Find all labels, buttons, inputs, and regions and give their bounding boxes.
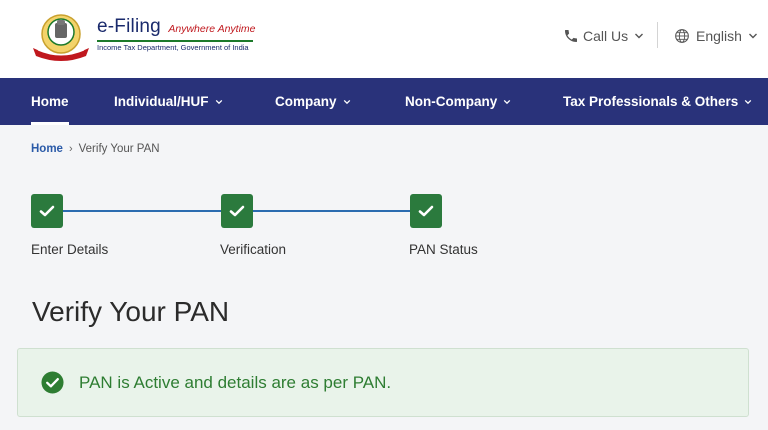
brand-text: e-Filing Anywhere Anytime Income Tax Dep… bbox=[97, 16, 256, 52]
chevron-down-icon bbox=[635, 33, 644, 39]
nav-item-label: Home bbox=[31, 94, 69, 109]
step-2-label: Verification bbox=[220, 242, 287, 257]
phone-icon bbox=[565, 30, 577, 42]
language-dropdown[interactable]: English bbox=[674, 25, 764, 47]
nav-item-individual-huf[interactable]: Individual/HUF bbox=[114, 78, 223, 125]
nav-item-home[interactable]: Home bbox=[31, 78, 69, 125]
header-divider bbox=[657, 22, 658, 48]
alert-message: PAN is Active and details are as per PAN… bbox=[79, 372, 392, 392]
check-icon bbox=[39, 205, 55, 217]
nav-item-tax-professionals[interactable]: Tax Professionals & Others bbox=[563, 78, 752, 125]
efiling-logo[interactable]: e-Filing Anywhere Anytime Income Tax Dep… bbox=[30, 12, 265, 62]
check-circle-icon bbox=[41, 371, 64, 394]
chevron-down-icon bbox=[745, 99, 752, 104]
nav-item-label: Individual/HUF bbox=[114, 94, 209, 109]
breadcrumb-current: Verify Your PAN bbox=[78, 143, 160, 155]
brand-subtitle: Income Tax Department, Government of Ind… bbox=[97, 43, 249, 52]
breadcrumb-separator: › bbox=[68, 143, 73, 155]
step-3-check bbox=[410, 194, 442, 228]
check-icon bbox=[418, 205, 434, 217]
brand-underline bbox=[97, 40, 253, 42]
step-1-check bbox=[31, 194, 63, 228]
nav-item-label: Tax Professionals & Others bbox=[563, 94, 739, 109]
step-connector bbox=[63, 210, 221, 212]
nav-item-label: Company bbox=[275, 94, 337, 109]
chevron-down-icon bbox=[748, 33, 757, 39]
nav-item-non-company[interactable]: Non-Company bbox=[405, 78, 511, 125]
language-label: English bbox=[696, 28, 742, 44]
call-us-label: Call Us bbox=[583, 28, 629, 44]
page-title: Verify Your PAN bbox=[32, 296, 230, 327]
breadcrumb: Home › Verify Your PAN bbox=[31, 143, 160, 155]
globe-icon bbox=[675, 29, 689, 43]
brand-name: e-Filing bbox=[97, 16, 161, 37]
site-header: e-Filing Anywhere Anytime Income Tax Dep… bbox=[0, 0, 768, 78]
success-alert: PAN is Active and details are as per PAN… bbox=[17, 348, 749, 417]
check-icon bbox=[229, 205, 245, 217]
step-2-check bbox=[221, 194, 253, 228]
chevron-down-icon bbox=[343, 99, 350, 104]
emblem-icon bbox=[33, 14, 89, 61]
nav-item-company[interactable]: Company bbox=[275, 78, 351, 125]
nav-item-label: Non-Company bbox=[405, 94, 498, 109]
step-1-label: Enter Details bbox=[31, 242, 109, 257]
call-us-dropdown[interactable]: Call Us bbox=[563, 25, 648, 47]
step-connector bbox=[253, 210, 410, 212]
chevron-down-icon bbox=[503, 99, 511, 104]
step-3-label: PAN Status bbox=[409, 242, 478, 257]
brand-tagline: Anywhere Anytime bbox=[168, 23, 256, 35]
breadcrumb-home-link[interactable]: Home bbox=[31, 143, 63, 155]
chevron-down-icon bbox=[215, 99, 222, 104]
main-nav: Home Individual/HUF Company Non-Company … bbox=[0, 78, 768, 125]
